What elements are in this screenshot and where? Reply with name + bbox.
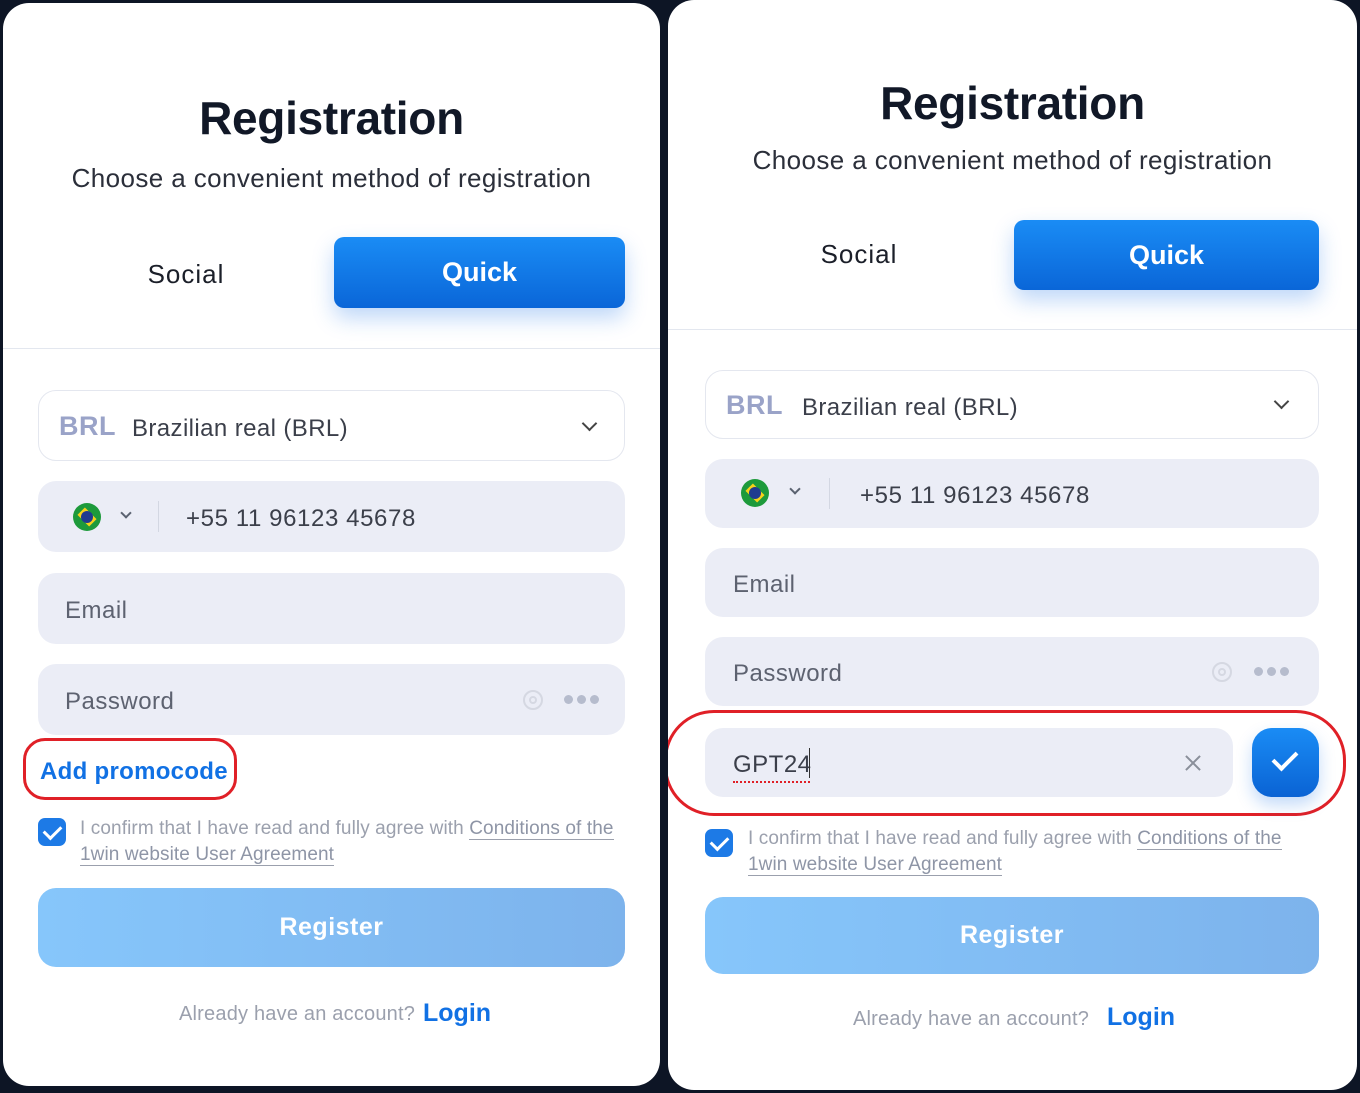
text-caret — [809, 748, 810, 778]
chevron-down-icon[interactable] — [120, 507, 132, 519]
separator — [829, 478, 830, 509]
register-button[interactable]: Register — [38, 888, 625, 967]
divider — [668, 329, 1357, 330]
page-subtitle: Choose a convenient method of registrati… — [752, 145, 1273, 175]
page-title: Registration — [199, 92, 464, 144]
currency-select[interactable]: BRL Brazilian real (BRL) — [38, 390, 625, 461]
promocode-value: GPT24 — [733, 751, 812, 783]
eye-icon[interactable] — [523, 690, 543, 710]
currency-name: Brazilian real (BRL) — [132, 415, 349, 442]
chevron-down-icon — [1273, 393, 1290, 410]
currency-code: BRL — [59, 411, 116, 441]
password-dots-icon — [1254, 667, 1289, 677]
apply-promocode-button[interactable] — [1252, 728, 1319, 797]
separator — [158, 501, 159, 532]
password-dots-icon — [564, 695, 599, 705]
register-button[interactable]: Register — [705, 897, 1319, 974]
already-account-text: Already have an account? — [853, 1008, 1090, 1030]
page-title: Registration — [880, 77, 1145, 129]
password-field[interactable]: Password — [38, 664, 625, 735]
eye-icon[interactable] — [1212, 662, 1232, 682]
divider — [3, 348, 660, 349]
promocode-input[interactable]: GPT24 — [705, 728, 1233, 797]
password-field[interactable]: Password — [705, 637, 1319, 706]
agree-text: I confirm that I have read and fully agr… — [748, 826, 1319, 878]
agree-label: I confirm that I have read and fully agr… — [80, 818, 470, 839]
currency-code: BRL — [726, 390, 783, 420]
email-field[interactable]: Email — [705, 548, 1319, 617]
phone-value: +55 11 96123 45678 — [860, 482, 1090, 509]
registration-panel-left: Registration Choose a convenient method … — [3, 3, 660, 1086]
password-placeholder: Password — [65, 688, 175, 715]
login-link[interactable]: Login — [1107, 1003, 1175, 1032]
chevron-down-icon[interactable] — [789, 483, 801, 495]
clear-icon[interactable] — [1183, 753, 1203, 773]
tab-quick[interactable]: Quick — [334, 237, 625, 308]
currency-name: Brazilian real (BRL) — [802, 394, 1019, 421]
chevron-down-icon — [581, 415, 598, 432]
brazil-flag-icon[interactable] — [741, 479, 769, 507]
agree-checkbox[interactable] — [38, 818, 66, 846]
login-link[interactable]: Login — [423, 999, 491, 1028]
tab-social[interactable]: Social — [91, 259, 281, 290]
agree-checkbox[interactable] — [705, 829, 733, 857]
email-placeholder: Email — [65, 597, 128, 624]
phone-field[interactable]: +55 11 96123 45678 — [705, 459, 1319, 528]
tab-social[interactable]: Social — [764, 239, 954, 270]
agree-text: I confirm that I have read and fully agr… — [80, 816, 625, 868]
email-field[interactable]: Email — [38, 573, 625, 644]
registration-panel-right: Registration Choose a convenient method … — [668, 0, 1357, 1090]
agree-label: I confirm that I have read and fully agr… — [748, 828, 1138, 849]
tab-quick[interactable]: Quick — [1014, 220, 1319, 290]
add-promocode-link[interactable]: Add promocode — [40, 758, 228, 786]
currency-select[interactable]: BRL Brazilian real (BRL) — [705, 370, 1319, 439]
brazil-flag-icon[interactable] — [73, 503, 101, 531]
already-account-text: Already have an account? — [179, 1003, 416, 1025]
phone-value: +55 11 96123 45678 — [186, 505, 416, 532]
password-placeholder: Password — [733, 660, 843, 687]
page-subtitle: Choose a convenient method of registrati… — [71, 163, 592, 193]
phone-field[interactable]: +55 11 96123 45678 — [38, 481, 625, 552]
email-placeholder: Email — [733, 571, 796, 598]
